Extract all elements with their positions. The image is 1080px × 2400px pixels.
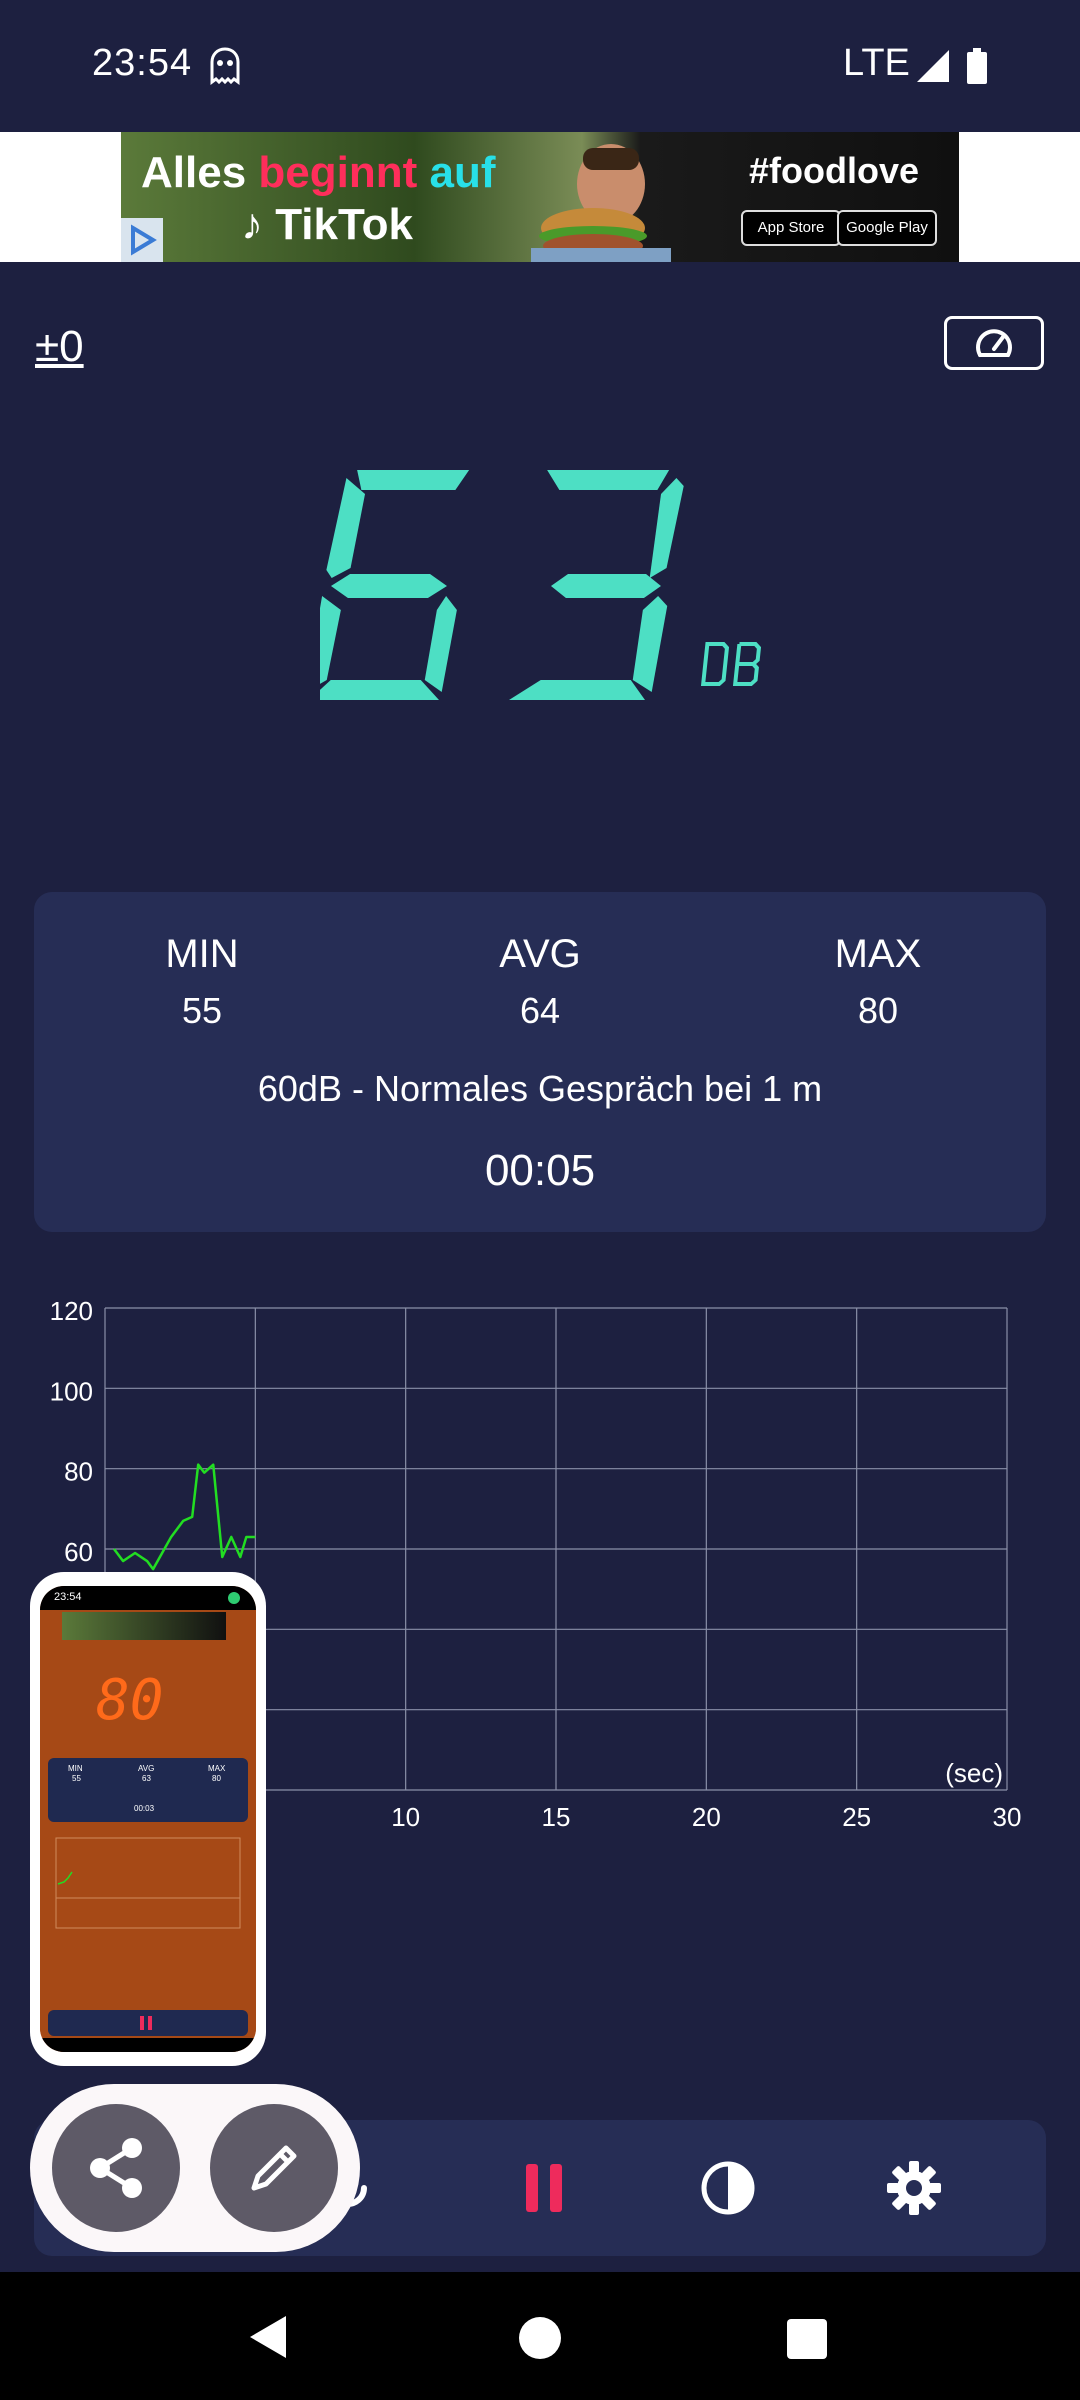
digit-3 <box>509 470 684 700</box>
preview-avg-label: AVG <box>138 1764 155 1773</box>
unit-label: DB <box>698 638 762 686</box>
ad-burger-image <box>531 144 671 262</box>
y-tick-label: 60 <box>64 1537 93 1567</box>
min-label: MIN <box>165 932 239 976</box>
min-value: 55 <box>181 990 223 1031</box>
ad-text-c: auf <box>429 148 496 197</box>
preview-time: 23:54 <box>54 1591 82 1603</box>
ad-text-b: beginnt <box>258 148 430 197</box>
app-store-badge[interactable]: App Store <box>741 210 841 246</box>
x-tick-label: 25 <box>842 1802 871 1832</box>
preview-nav <box>40 2038 256 2052</box>
gauge-icon <box>976 329 1012 357</box>
preview-chart <box>55 1837 241 1929</box>
signal-icon <box>917 50 949 82</box>
noise-description: 60dB - Normales Gespräch bei 1 m <box>257 1068 823 1109</box>
recording-dot-icon <box>228 1592 240 1604</box>
ad-brand: ♪ TikTok <box>241 200 413 249</box>
ad-choices-icon[interactable] <box>121 218 163 262</box>
ad-text-a: Alles <box>141 148 259 197</box>
gauge-mode-button[interactable] <box>944 316 1044 370</box>
stats-card: MIN 55 AVG 64 MAX 80 60dB - Normales Ges… <box>34 892 1046 1232</box>
preview-min-label: MIN <box>68 1764 83 1773</box>
preview-avg-value: 63 <box>142 1774 151 1783</box>
max-value: 80 <box>857 990 899 1031</box>
navigation-bar <box>0 2272 1080 2400</box>
pause-button[interactable] <box>516 2160 572 2216</box>
x-tick-label: 15 <box>542 1802 571 1832</box>
preview-pause-icon-2 <box>148 2016 152 2030</box>
preview-screen: 23:54 80 MIN 55 AVG 63 MAX 80 00:03 <box>40 1586 256 2052</box>
contrast-icon[interactable] <box>698 2158 758 2218</box>
digit-6 <box>320 470 470 700</box>
y-tick-label: 100 <box>50 1376 93 1406</box>
back-icon[interactable] <box>246 2314 290 2360</box>
screenshot-actions <box>30 2084 360 2252</box>
pencil-icon <box>251 2145 297 2191</box>
status-time: 23:54 <box>92 42 193 84</box>
preview-pause-icon <box>140 2016 144 2030</box>
recents-icon[interactable] <box>786 2318 828 2360</box>
screenshot-preview[interactable]: 23:54 80 MIN 55 AVG 63 MAX 80 00:03 <box>30 1572 266 2066</box>
avg-label: AVG <box>499 932 581 976</box>
share-icon <box>90 2138 142 2198</box>
battery-icon <box>967 48 987 84</box>
y-tick-label: 80 <box>64 1457 93 1487</box>
elapsed-timer: 00:05 <box>484 1146 596 1195</box>
max-label: MAX <box>834 932 922 976</box>
y-tick-label: 120 <box>50 1296 93 1326</box>
status-bar: 23:54 LTE <box>0 0 1080 132</box>
ad-banner[interactable]: Alles beginnt auf ♪ TikTok #foodlove App… <box>121 132 959 262</box>
settings-gear-icon[interactable] <box>884 2158 944 2218</box>
preview-status: 23:54 <box>40 1586 256 1610</box>
reading-text: 63 <box>320 460 322 461</box>
ad-headline: Alles beginnt auf <box>141 148 495 198</box>
decibel-series-line <box>113 1463 256 1571</box>
avg-value: 64 <box>519 990 561 1031</box>
preview-toolbar <box>48 2010 248 2036</box>
preview-ad <box>62 1612 226 1640</box>
preview-min-value: 55 <box>72 1774 81 1783</box>
x-axis-label: (sec) <box>945 1758 1003 1788</box>
home-icon[interactable] <box>518 2316 562 2360</box>
x-tick-label: 10 <box>391 1802 420 1832</box>
preview-stats: MIN 55 AVG 63 MAX 80 00:03 <box>48 1758 248 1822</box>
ad-hashtag: #foodlove <box>749 150 920 191</box>
edit-button[interactable] <box>210 2104 338 2232</box>
google-play-badge[interactable]: Google Play <box>837 210 937 246</box>
calibration-offset[interactable]: ±0 <box>35 322 84 372</box>
x-tick-label: 20 <box>692 1802 721 1832</box>
preview-max-value: 80 <box>212 1774 221 1783</box>
x-tick-label: 30 <box>993 1802 1022 1832</box>
ghost-icon <box>210 47 240 85</box>
network-type: LTE <box>843 42 910 84</box>
preview-max-label: MAX <box>208 1764 226 1773</box>
unit-text: DB <box>698 638 700 639</box>
preview-timer: 00:03 <box>134 1804 155 1813</box>
preview-reading: 80 <box>96 1668 164 1733</box>
share-button[interactable] <box>52 2104 180 2232</box>
